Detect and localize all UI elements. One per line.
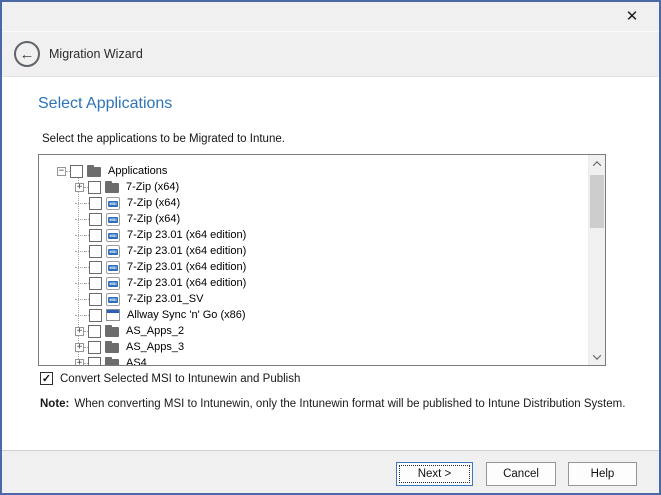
tree-item[interactable]: MSI 7-Zip (x64)	[40, 195, 587, 211]
convert-msi-checkbox[interactable]: ✓	[40, 372, 53, 385]
tree-item[interactable]: MSI 7-Zip 23.01 (x64 edition)	[40, 259, 587, 275]
tree-item-label: 7-Zip (x64)	[126, 197, 180, 209]
msi-icon: MSI	[106, 245, 120, 258]
tree-item[interactable]: MSI 7-Zip 23.01 (x64 edition)	[40, 275, 587, 291]
wizard-header: ← Migration Wizard	[2, 32, 659, 77]
tree-item[interactable]: + AS4	[40, 355, 587, 365]
tree-item-label: 7-Zip 23.01 (x64 edition)	[126, 245, 246, 257]
tree-item-label: 7-Zip 23.01 (x64 edition)	[126, 261, 246, 273]
tree-item[interactable]: MSI 7-Zip (x64)	[40, 211, 587, 227]
wizard-title: Migration Wizard	[49, 47, 143, 61]
tree-item-checkbox[interactable]	[70, 165, 83, 178]
tree-item-label: 7-Zip (x64)	[125, 181, 179, 193]
instruction-text: Select the applications to be Migrated t…	[42, 133, 285, 145]
tree-item-checkbox[interactable]	[89, 245, 102, 258]
back-arrow-icon[interactable]: ←	[14, 41, 40, 67]
vertical-scrollbar[interactable]	[588, 155, 605, 365]
tree-item-checkbox[interactable]	[89, 309, 102, 322]
tree-item-checkbox[interactable]	[89, 261, 102, 274]
tree-item-checkbox[interactable]	[88, 341, 101, 354]
msi-icon: MSI	[106, 197, 120, 210]
convert-msi-label: Convert Selected MSI to Intunewin and Pu…	[60, 373, 300, 385]
tree-item[interactable]: +7-Zip (x64)	[40, 179, 587, 195]
button-bar: Next > Cancel Help	[2, 450, 659, 493]
scroll-up-icon[interactable]	[589, 155, 605, 172]
tree-connector	[75, 267, 85, 268]
msi-icon: MSI	[106, 261, 120, 274]
note-body: When converting MSI to Intunewin, only t…	[74, 398, 625, 410]
tree-item-checkbox[interactable]	[89, 229, 102, 242]
msi-icon: MSI	[106, 293, 120, 306]
tree-connector	[75, 315, 85, 316]
tree-connector	[75, 219, 85, 220]
note-label: Note:	[40, 398, 69, 410]
tree-connector	[75, 283, 85, 284]
scroll-down-icon[interactable]	[589, 348, 605, 365]
plus-expander-icon[interactable]: +	[75, 183, 84, 192]
scrollbar-thumb[interactable]	[590, 175, 604, 228]
tree-rows: −Applications+7-Zip (x64)MSI7-Zip (x64)M…	[40, 163, 587, 365]
migration-wizard-window: ✕ ← Migration Wizard Select Applications…	[0, 0, 661, 495]
tree-item-checkbox[interactable]	[89, 277, 102, 290]
tree-item[interactable]: Allway Sync 'n' Go (x86)	[40, 307, 587, 323]
tree-item[interactable]: MSI 7-Zip 23.01 (x64 edition)	[40, 227, 587, 243]
plus-expander-icon[interactable]: +	[75, 327, 84, 336]
folder-icon	[87, 165, 103, 178]
tree-item[interactable]: + AS_Apps_2	[40, 323, 587, 339]
tree-connector	[75, 299, 85, 300]
tree-item[interactable]: + AS_Apps_3	[40, 339, 587, 355]
titlebar: ✕	[2, 2, 659, 32]
msi-icon: MSI	[106, 229, 120, 242]
tree-item-checkbox[interactable]	[88, 181, 101, 194]
tree-item-label: 7-Zip (x64)	[126, 213, 180, 225]
tree-item-label: AS4	[125, 357, 147, 365]
wizard-page: Select Applications Select the applicati…	[2, 77, 659, 448]
app-window-icon	[106, 309, 120, 321]
close-icon[interactable]: ✕	[621, 7, 643, 27]
tree-item[interactable]: MSI 7-Zip 23.01 (x64 edition)	[40, 243, 587, 259]
tree-item-label: Applications	[107, 165, 167, 177]
plus-expander-icon[interactable]: +	[75, 343, 84, 352]
applications-tree[interactable]: −Applications+7-Zip (x64)MSI7-Zip (x64)M…	[38, 154, 606, 366]
msi-icon: MSI	[106, 213, 120, 226]
tree-connector	[75, 203, 85, 204]
tree-item-checkbox[interactable]	[89, 213, 102, 226]
tree-connector	[75, 251, 85, 252]
tree-item-checkbox[interactable]	[88, 325, 101, 338]
next-button[interactable]: Next >	[396, 462, 473, 486]
tree-item-label: AS_Apps_2	[125, 325, 184, 337]
tree-item-checkbox[interactable]	[89, 197, 102, 210]
tree-item-checkbox[interactable]	[89, 293, 102, 306]
folder-icon	[105, 341, 121, 354]
tree-item[interactable]: − Applications	[40, 163, 587, 179]
tree-item-label: 7-Zip 23.01_SV	[126, 293, 203, 305]
folder-icon	[105, 325, 121, 338]
msi-icon: MSI	[106, 277, 120, 290]
folder-icon	[105, 181, 121, 194]
note-text: Note: When converting MSI to Intunewin, o…	[40, 398, 625, 410]
convert-msi-option[interactable]: ✓ Convert Selected MSI to Intunewin and …	[40, 372, 300, 385]
tree-item-label: AS_Apps_3	[125, 341, 184, 353]
cancel-button[interactable]: Cancel	[486, 462, 556, 486]
folder-icon	[105, 357, 121, 366]
help-button[interactable]: Help	[568, 462, 637, 486]
page-title: Select Applications	[38, 95, 172, 113]
tree-item[interactable]: MSI 7-Zip 23.01_SV	[40, 291, 587, 307]
tree-item-label: 7-Zip 23.01 (x64 edition)	[126, 277, 246, 289]
tree-connector	[75, 235, 85, 236]
tree-item-label: Allway Sync 'n' Go (x86)	[126, 309, 246, 321]
plus-expander-icon[interactable]: +	[75, 359, 84, 366]
tree-item-label: 7-Zip 23.01 (x64 edition)	[126, 229, 246, 241]
minus-expander-icon[interactable]: −	[57, 167, 66, 176]
tree-item-checkbox[interactable]	[88, 357, 101, 366]
